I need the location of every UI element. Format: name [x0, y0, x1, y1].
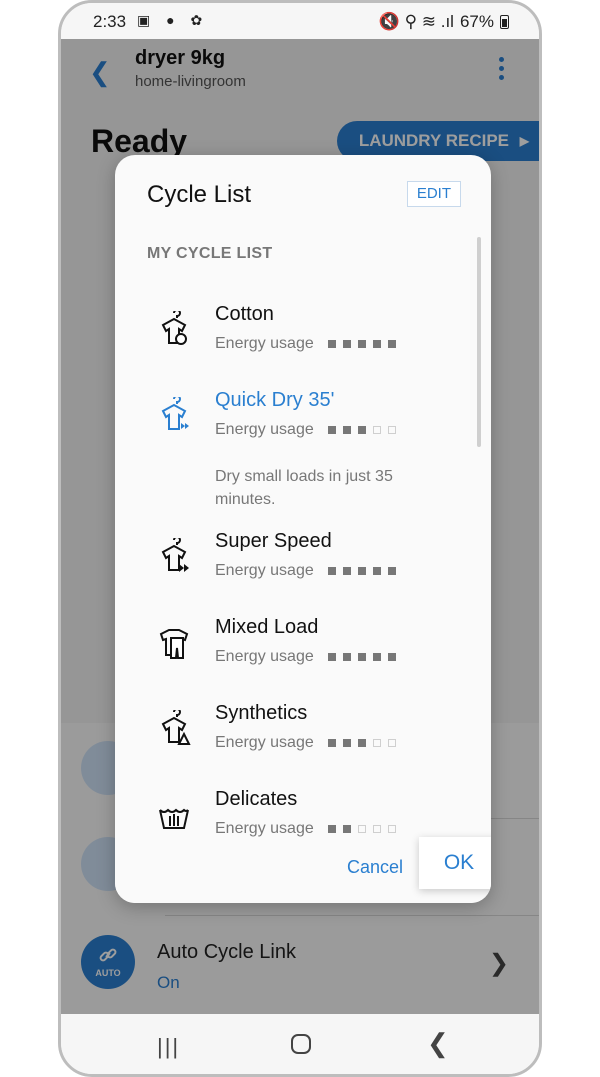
- energy-dot-filled: [357, 653, 366, 661]
- edit-button[interactable]: EDIT: [406, 181, 461, 207]
- energy-label: Energy usage: [215, 562, 314, 579]
- section-label: MY CYCLE LIST: [147, 245, 273, 262]
- home-icon[interactable]: [291, 1034, 311, 1054]
- energy-dot-filled: [387, 340, 396, 348]
- delicates-icon: [159, 808, 189, 829]
- quick-dry-icon: [161, 397, 189, 430]
- energy-dot-filled: [342, 567, 351, 575]
- cycle-name: Synthetics: [215, 702, 308, 724]
- energy-label: Energy usage: [215, 734, 314, 751]
- energy-dot-filled: [357, 340, 366, 348]
- cycle-name: Quick Dry 35': [215, 389, 335, 411]
- cancel-button[interactable]: Cancel: [347, 857, 403, 878]
- super-speed-icon: [161, 538, 189, 572]
- energy-dot-filled: [327, 739, 336, 747]
- nav-back-icon[interactable]: ❮: [427, 1028, 449, 1059]
- energy-dot-filled: [342, 739, 351, 747]
- cycle-name: Cotton: [215, 303, 274, 325]
- battery-percent: 67%: [459, 12, 494, 31]
- energy-level-indicator: [327, 825, 396, 833]
- energy-label: Energy usage: [215, 820, 314, 837]
- recent-apps-icon[interactable]: |||: [157, 1034, 180, 1060]
- energy-level-indicator: [327, 340, 396, 348]
- dialog-actions: Cancel OK: [115, 837, 491, 903]
- system-icons: 🔇 ⚲ ≋ .ıl: [378, 12, 454, 31]
- energy-label: Energy usage: [215, 648, 314, 665]
- energy-dot-filled: [387, 653, 396, 661]
- energy-dot-empty: [387, 426, 396, 434]
- energy-level-indicator: [327, 426, 396, 434]
- energy-dot-empty: [372, 426, 381, 434]
- energy-level-indicator: [327, 567, 396, 575]
- cycle-name: Mixed Load: [215, 616, 319, 638]
- energy-usage: Energy usage: [215, 648, 396, 666]
- status-bar: 2:33 ▣ ● ✿ 🔇 ⚲ ≋ .ıl 67%: [61, 3, 539, 39]
- energy-dot-filled: [357, 426, 366, 434]
- energy-usage: Energy usage: [215, 562, 396, 580]
- energy-usage: Energy usage: [215, 820, 396, 838]
- energy-dot-filled: [372, 567, 381, 575]
- energy-dot-filled: [372, 340, 381, 348]
- energy-usage: Energy usage: [215, 335, 396, 353]
- status-time: 2:33: [93, 12, 127, 31]
- energy-dot-filled: [372, 653, 381, 661]
- energy-dot-filled: [342, 340, 351, 348]
- phone-frame: 2:33 ▣ ● ✿ 🔇 ⚲ ≋ .ıl 67% ❮ dryer 9kg hom…: [58, 0, 542, 1077]
- energy-label: Energy usage: [215, 335, 314, 352]
- shirt-cotton-icon: [161, 311, 187, 345]
- energy-dot-empty: [387, 825, 396, 833]
- energy-usage: Energy usage: [215, 421, 396, 439]
- energy-dot-filled: [342, 825, 351, 833]
- energy-dot-filled: [327, 653, 336, 661]
- cycle-name: Super Speed: [215, 530, 332, 552]
- dialog-title: Cycle List: [147, 181, 252, 208]
- energy-dot-filled: [357, 739, 366, 747]
- ok-button[interactable]: OK: [419, 837, 491, 889]
- synthetics-icon: [161, 710, 191, 745]
- energy-dot-filled: [357, 567, 366, 575]
- energy-dot-empty: [372, 825, 381, 833]
- energy-dot-filled: [327, 426, 336, 434]
- energy-dot-filled: [327, 340, 336, 348]
- energy-dot-empty: [357, 825, 366, 833]
- cycle-description: Dry small loads in just 35 minutes.: [215, 468, 393, 508]
- scrollbar[interactable]: [477, 237, 481, 447]
- energy-level-indicator: [327, 739, 396, 747]
- energy-level-indicator: [327, 653, 396, 661]
- mixed-load-icon: [159, 629, 189, 659]
- energy-dot-filled: [387, 567, 396, 575]
- energy-dot-empty: [372, 739, 381, 747]
- status-right: 🔇 ⚲ ≋ .ıl 67%: [379, 12, 509, 32]
- notification-icons: ▣ ● ✿: [137, 12, 209, 28]
- energy-dot-filled: [342, 426, 351, 434]
- navigation-bar: ||| ❮: [61, 1014, 539, 1074]
- energy-dot-filled: [327, 825, 336, 833]
- cycle-name: Delicates: [215, 788, 298, 810]
- energy-dot-filled: [327, 567, 336, 575]
- energy-dot-filled: [342, 653, 351, 661]
- cycle-list-dialog: Cycle List EDIT MY CYCLE LIST Cotton Ene…: [115, 155, 491, 903]
- energy-dot-empty: [387, 739, 396, 747]
- energy-label: Energy usage: [215, 421, 314, 438]
- energy-usage: Energy usage: [215, 734, 396, 752]
- battery-icon: [500, 15, 509, 29]
